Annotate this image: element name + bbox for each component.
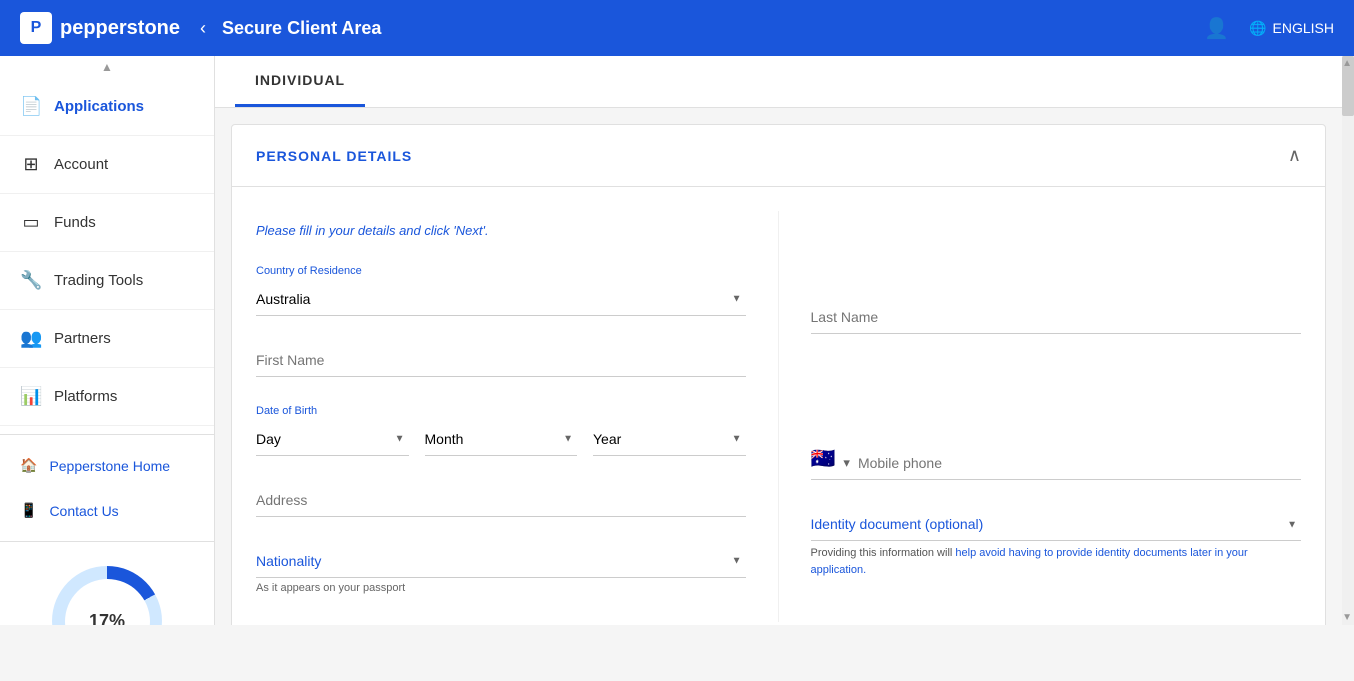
- scroll-up-indicator: ▲: [0, 56, 214, 78]
- last-name-field-group: [811, 301, 1302, 334]
- main-layout: ▲ 📄 Applications ⊞ Account ▭ Funds 🔧 Tra…: [0, 56, 1354, 625]
- header-title: Secure Client Area: [222, 18, 1204, 39]
- mobile-field-group: 🇦🇺 ▾: [811, 446, 1302, 480]
- sidebar: ▲ 📄 Applications ⊞ Account ▭ Funds 🔧 Tra…: [0, 56, 215, 625]
- section-header: PERSONAL DETAILS ∧: [232, 125, 1325, 187]
- section-toggle-button[interactable]: ∧: [1288, 145, 1301, 166]
- logo-text: pepperstone: [60, 17, 180, 40]
- back-button[interactable]: ‹: [200, 18, 206, 39]
- first-name-field-group: [256, 344, 746, 377]
- form-left: Please fill in your details and click 'N…: [256, 211, 779, 622]
- mobile-input[interactable]: [858, 455, 1301, 471]
- funds-icon: ▭: [20, 212, 42, 233]
- main-content: INDIVIDUAL PERSONAL DETAILS ∧ Please fil…: [215, 56, 1342, 625]
- sidebar-item-funds[interactable]: ▭ Funds: [0, 194, 214, 252]
- nationality-select-wrapper: Nationality Australian British: [256, 545, 746, 578]
- contact-icon: 📱: [20, 502, 37, 519]
- right-scrollbar[interactable]: ▲ ▼: [1342, 56, 1354, 625]
- header-right: 👤 🌐 ENGLISH: [1204, 16, 1334, 41]
- nationality-select[interactable]: Nationality Australian British: [256, 545, 746, 578]
- user-icon[interactable]: 👤: [1204, 16, 1229, 41]
- dob-field-group: Date of Birth Day 123 Month: [256, 405, 746, 456]
- logo-icon: P: [20, 12, 52, 44]
- country-select[interactable]: Australia United Kingdom United States: [256, 283, 746, 316]
- sidebar-item-platforms[interactable]: 📊 Platforms: [0, 368, 214, 426]
- form-right: 🇦🇺 ▾ Identity document (optional) Passpo…: [779, 211, 1302, 622]
- language-selector[interactable]: 🌐 ENGLISH: [1249, 20, 1334, 37]
- sidebar-item-home[interactable]: 🏠 Pepperstone Home: [0, 443, 214, 488]
- tab-individual[interactable]: INDIVIDUAL: [235, 56, 365, 107]
- scroll-bottom-arrow[interactable]: ▼: [1340, 610, 1354, 625]
- country-select-wrapper: Australia United Kingdom United States: [256, 283, 746, 316]
- logo: P pepperstone: [20, 12, 180, 44]
- country-field-group: Country of Residence Australia United Ki…: [256, 265, 746, 316]
- progress-circle: 17%: [52, 566, 162, 625]
- phone-row: 🇦🇺 ▾: [811, 446, 1302, 480]
- contact-label: Contact Us: [49, 503, 118, 519]
- globe-icon: 🌐: [1249, 20, 1266, 37]
- form-body: Please fill in your details and click 'N…: [232, 187, 1325, 625]
- account-icon: ⊞: [20, 154, 42, 175]
- sidebar-item-partners[interactable]: 👥 Partners: [0, 310, 214, 368]
- progress-value: 17%: [65, 579, 150, 626]
- sidebar-item-account[interactable]: ⊞ Account: [0, 136, 214, 194]
- sidebar-item-contact[interactable]: 📱 Contact Us: [0, 488, 214, 533]
- sidebar-item-label: Trading Tools: [54, 272, 143, 289]
- identity-field-group: Identity document (optional) Passport Dr…: [811, 508, 1302, 578]
- partners-icon: 👥: [20, 328, 42, 349]
- year-select-wrapper: Year 200019901980: [593, 423, 746, 456]
- sidebar-item-trading-tools[interactable]: 🔧 Trading Tools: [0, 252, 214, 310]
- dob-spacer: [811, 362, 1302, 446]
- language-label: ENGLISH: [1273, 20, 1334, 36]
- first-name-input[interactable]: [256, 344, 746, 377]
- month-select[interactable]: Month JanuaryFebruaryMarch: [425, 423, 578, 456]
- form-instruction: Please fill in your details and click 'N…: [256, 221, 746, 241]
- form-container: PERSONAL DETAILS ∧ Please fill in your d…: [231, 124, 1326, 625]
- progress-section: 17%: [0, 550, 214, 625]
- month-select-wrapper: Month JanuaryFebruaryMarch: [425, 423, 578, 456]
- country-label: Country of Residence: [256, 265, 746, 277]
- sidebar-item-applications[interactable]: 📄 Applications: [0, 78, 214, 136]
- sidebar-item-label: Applications: [54, 98, 144, 115]
- dob-row: Day 123 Month JanuaryFebruaryMarch: [256, 423, 746, 456]
- identity-hint: Providing this information will help avo…: [811, 545, 1302, 578]
- day-select[interactable]: Day 123: [256, 423, 409, 456]
- section-title: PERSONAL DETAILS: [256, 148, 412, 164]
- trading-tools-icon: 🔧: [20, 270, 42, 291]
- tab-bar: INDIVIDUAL: [215, 56, 1342, 108]
- address-field-group: [256, 484, 746, 517]
- sidebar-item-label: Partners: [54, 330, 111, 347]
- applications-icon: 📄: [20, 96, 42, 117]
- dob-label: Date of Birth: [256, 405, 746, 417]
- platforms-icon: 📊: [20, 386, 42, 407]
- scroll-top-arrow[interactable]: ▲: [1340, 56, 1354, 71]
- nationality-field-group: Nationality Australian British As it app…: [256, 545, 746, 594]
- identity-hint-highlight: help avoid having to provide identity do…: [811, 547, 1248, 576]
- sidebar-divider-2: [0, 541, 214, 542]
- sidebar-item-label: Platforms: [54, 388, 117, 405]
- identity-select-wrapper: Identity document (optional) Passport Dr…: [811, 508, 1302, 541]
- sidebar-item-label: Account: [54, 156, 108, 173]
- address-input[interactable]: [256, 484, 746, 517]
- flag-icon: 🇦🇺: [811, 446, 836, 471]
- identity-select[interactable]: Identity document (optional) Passport Dr…: [811, 508, 1302, 541]
- sidebar-divider: [0, 434, 214, 435]
- last-name-input[interactable]: [811, 301, 1302, 334]
- day-select-wrapper: Day 123: [256, 423, 409, 456]
- home-icon: 🏠: [20, 457, 37, 474]
- flag-dropdown-arrow[interactable]: ▾: [843, 455, 850, 471]
- sidebar-item-label: Funds: [54, 214, 96, 231]
- year-select[interactable]: Year 200019901980: [593, 423, 746, 456]
- home-label: Pepperstone Home: [49, 458, 170, 474]
- header: P pepperstone ‹ Secure Client Area 👤 🌐 E…: [0, 0, 1354, 56]
- nationality-hint: As it appears on your passport: [256, 582, 746, 594]
